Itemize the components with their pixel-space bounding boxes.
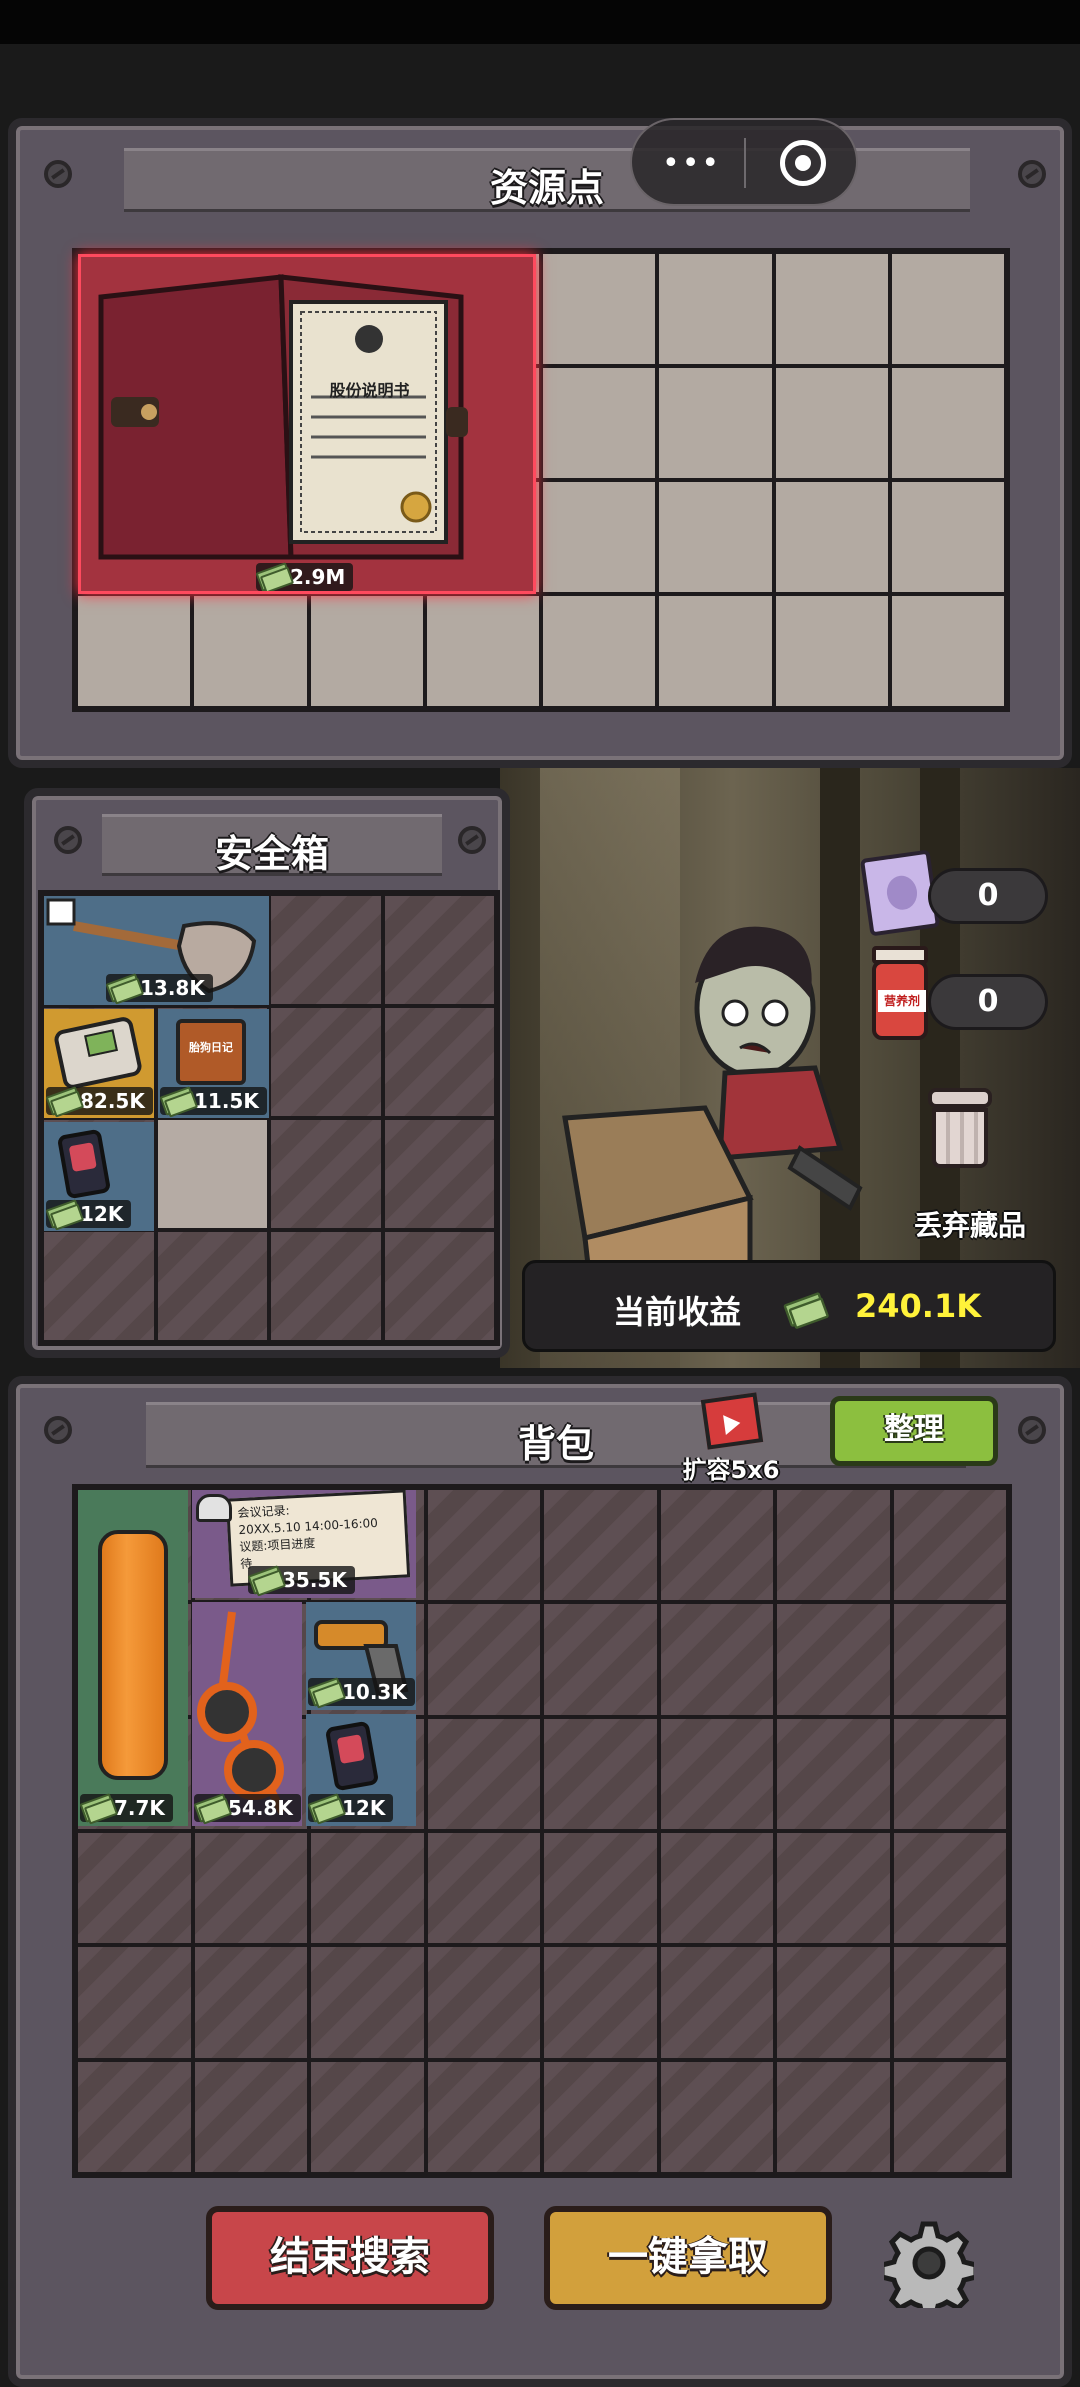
cash-icon [196, 1790, 226, 1820]
book-count: 0 [928, 868, 1048, 924]
safe-box-panel: 安全箱 13.8K 82.5K 胎狗日记 11.5K 12K [24, 788, 510, 1358]
item-value: 10.3K [308, 1678, 415, 1706]
cash-icon [786, 1288, 822, 1324]
certificate-label: 股份说明书 [329, 381, 410, 400]
sort-button[interactable]: 整理 [830, 1396, 998, 1466]
income-label: 当前收益 [613, 1293, 742, 1331]
item-value: 11.5K [160, 1087, 267, 1115]
photo-badge-icon [324, 1720, 380, 1792]
sunglasses-item[interactable]: 54.8K [192, 1602, 302, 1826]
handheld-console-item[interactable]: 82.5K [44, 1009, 154, 1118]
item-value: 35.5K [248, 1566, 355, 1594]
folder-icon [98, 274, 468, 560]
photo-badge-icon [56, 1128, 112, 1200]
bottle-label: 营养剂 [878, 990, 926, 1012]
meeting-note-item[interactable]: 会议记录: 20XX.5.10 14:00-16:00 议题:项目进度 待 35… [192, 1490, 416, 1598]
take-all-button[interactable]: 一键拿取 [544, 2206, 832, 2310]
safe-box-title: 安全箱 [214, 832, 329, 876]
target-icon[interactable] [780, 140, 826, 186]
cash-icon [162, 1083, 192, 1113]
income-bar: 当前收益 240.1K [522, 1260, 1056, 1352]
item-value: 82.5K [46, 1087, 153, 1115]
item-value-text: 2.9M [290, 565, 346, 589]
cash-icon [250, 1562, 280, 1592]
more-dots-icon[interactable]: ••• [662, 146, 721, 181]
flare-gun-item[interactable]: 10.3K [306, 1602, 416, 1710]
shovel-item[interactable]: 13.8K [44, 896, 269, 1005]
bottle-count: 0 [928, 974, 1048, 1030]
diary-item[interactable]: 胎狗日记 11.5K [158, 1009, 269, 1118]
bolt-icon [458, 826, 486, 854]
miniprogram-capsule: ••• [630, 118, 858, 206]
item-value: 7.7K [80, 1794, 173, 1822]
cash-icon [310, 1674, 340, 1704]
bolt-icon [1018, 160, 1046, 188]
safe-box-banner: 安全箱 [102, 814, 442, 876]
resource-panel: 资源点 股份说明书 2.9M [8, 118, 1072, 768]
bolt-icon [44, 160, 72, 188]
orange-cloth-item[interactable]: 7.7K [78, 1490, 188, 1826]
cash-icon [108, 970, 138, 1000]
cash-icon [48, 1196, 78, 1226]
expand-label: 扩容5x6 [682, 1456, 780, 1484]
trash-can-icon[interactable] [920, 1088, 1000, 1174]
photo-badge-item[interactable]: 12K [44, 1122, 154, 1231]
console-icon [52, 1015, 144, 1091]
expand-button[interactable]: 扩容5x6 [676, 1392, 786, 1492]
video-clapper-icon [700, 1392, 764, 1450]
discard-label[interactable]: 丢弃藏品 [900, 1204, 1040, 1244]
item-value: 13.8K [106, 974, 213, 1002]
bolt-icon [1018, 1416, 1046, 1444]
capsule-divider [744, 138, 746, 188]
status-bar [0, 0, 1080, 44]
item-value: 12K [46, 1200, 132, 1228]
sort-label: 整理 [884, 1412, 944, 1447]
end-search-button[interactable]: 结束搜索 [206, 2206, 494, 2310]
bolt-icon [54, 826, 82, 854]
cash-icon [48, 1083, 78, 1113]
income-value: 240.1K [855, 1287, 982, 1325]
stock-certificate-item[interactable]: 股份说明书 2.9M [78, 254, 536, 594]
cash-icon [82, 1790, 112, 1820]
photo-badge-item[interactable]: 12K [306, 1714, 416, 1826]
cash-icon [258, 559, 288, 589]
bolt-icon [44, 1416, 72, 1444]
item-value: 54.8K [194, 1794, 301, 1822]
item-value: 12K [308, 1794, 394, 1822]
diary-icon: 胎狗日记 [176, 1019, 246, 1085]
cash-icon [310, 1790, 340, 1820]
item-value: 2.9M [256, 563, 354, 591]
helmet-icon [196, 1494, 232, 1522]
cloth-icon [98, 1530, 168, 1780]
gear-icon[interactable] [879, 2218, 979, 2321]
nutrient-bottle-icon: 营养剂 [872, 946, 928, 1040]
